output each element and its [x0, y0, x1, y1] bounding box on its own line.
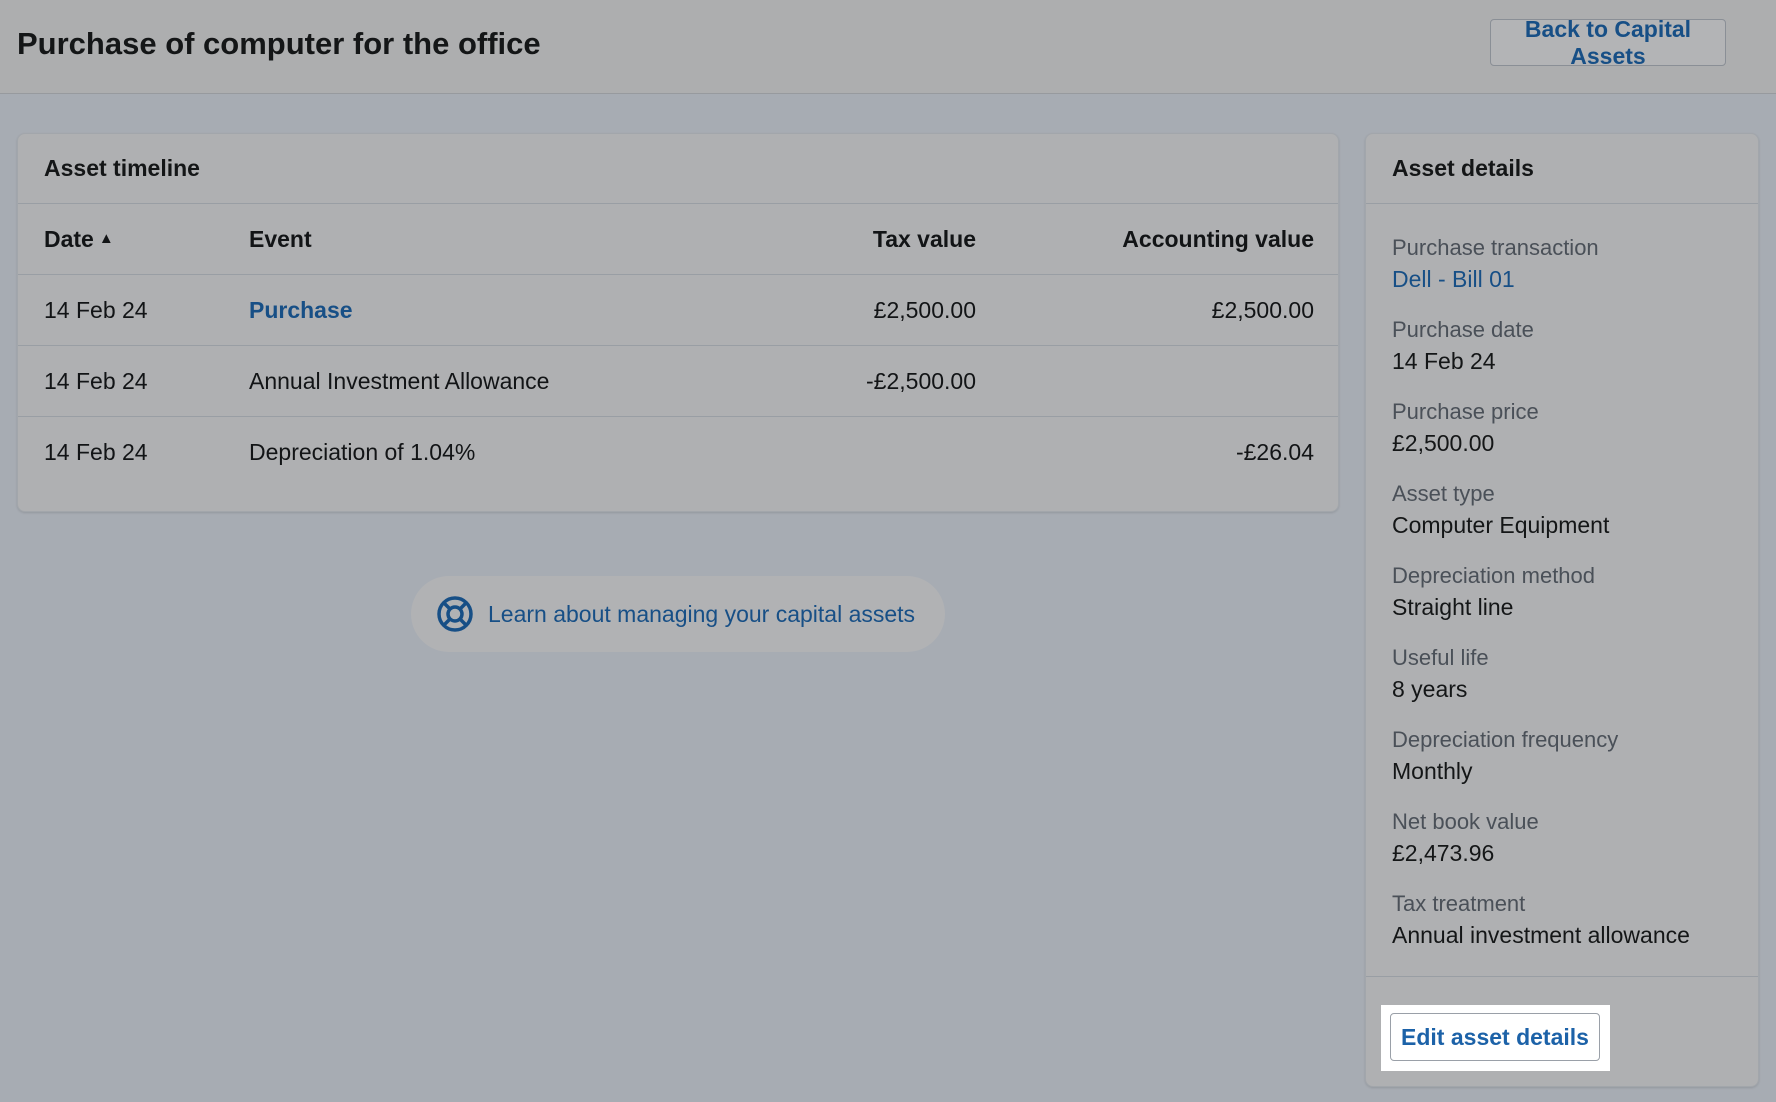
- help-link[interactable]: Learn about managing your capital assets: [411, 576, 945, 652]
- edit-button-highlight: Edit asset details: [1381, 1005, 1610, 1071]
- row-accounting-value: -£26.04: [1235, 438, 1314, 465]
- detail-label: Depreciation method: [1392, 563, 1596, 588]
- tax-value-column-header: Tax value: [872, 225, 976, 252]
- date-column-header[interactable]: Date ▲: [44, 204, 114, 274]
- detail-purchase-price: Purchase price £2,500.00: [1392, 396, 1732, 459]
- detail-value: Annual investment allowance: [1392, 922, 1690, 948]
- row-date: 14 Feb 24: [44, 438, 148, 465]
- detail-label: Tax treatment: [1392, 891, 1526, 916]
- row-event: Annual Investment Allowance: [249, 367, 550, 394]
- detail-purchase-transaction: Purchase transaction Dell - Bill 01: [1392, 232, 1732, 295]
- detail-value: Monthly: [1392, 758, 1473, 784]
- edit-asset-details-button[interactable]: Edit asset details: [1390, 1013, 1600, 1061]
- detail-label: Net book value: [1392, 809, 1539, 834]
- table-row: 14 Feb 24 Depreciation of 1.04% -£26.04: [18, 417, 1338, 488]
- caret-up-icon: ▲: [98, 229, 114, 247]
- purchase-transaction-link[interactable]: Dell - Bill 01: [1392, 263, 1732, 295]
- detail-label: Purchase price: [1392, 399, 1539, 424]
- detail-label: Purchase transaction: [1392, 235, 1599, 260]
- asset-details-title: Asset details: [1366, 134, 1758, 204]
- detail-value: 14 Feb 24: [1392, 348, 1496, 374]
- detail-value: Straight line: [1392, 594, 1514, 620]
- detail-asset-type: Asset type Computer Equipment: [1392, 478, 1732, 541]
- row-event: Depreciation of 1.04%: [249, 438, 476, 465]
- asset-details-card: Asset details Purchase transaction Dell …: [1365, 133, 1759, 1087]
- accounting-value-column-header: Accounting value: [1122, 225, 1314, 252]
- detail-purchase-date: Purchase date 14 Feb 24: [1392, 314, 1732, 377]
- asset-timeline-title: Asset timeline: [18, 134, 1338, 204]
- detail-depreciation-method: Depreciation method Straight line: [1392, 560, 1732, 623]
- row-tax-value: -£2,500.00: [866, 367, 976, 394]
- detail-tax-treatment: Tax treatment Annual investment allowanc…: [1392, 888, 1732, 951]
- detail-label: Useful life: [1392, 645, 1489, 670]
- detail-value: £2,500.00: [1392, 430, 1495, 456]
- date-column-label: Date: [44, 225, 94, 252]
- lifebuoy-icon: [437, 596, 473, 632]
- timeline-table-header: Date ▲ Event Tax value Accounting value: [18, 204, 1338, 275]
- row-accounting-value: £2,500.00: [1211, 296, 1314, 323]
- help-link-label: Learn about managing your capital assets: [488, 600, 916, 627]
- detail-net-book-value: Net book value £2,473.96: [1392, 806, 1732, 869]
- detail-depreciation-frequency: Depreciation frequency Monthly: [1392, 724, 1732, 787]
- asset-details-list: Purchase transaction Dell - Bill 01 Purc…: [1366, 204, 1758, 951]
- detail-useful-life: Useful life 8 years: [1392, 642, 1732, 705]
- asset-details-footer: Edit asset details: [1366, 976, 1758, 1071]
- row-date: 14 Feb 24: [44, 367, 148, 394]
- table-row: 14 Feb 24 Purchase £2,500.00 £2,500.00: [18, 275, 1338, 346]
- detail-value: £2,473.96: [1392, 840, 1495, 866]
- event-column-header: Event: [249, 225, 312, 252]
- detail-value: 8 years: [1392, 676, 1468, 702]
- row-tax-value: £2,500.00: [873, 296, 976, 323]
- detail-label: Depreciation frequency: [1392, 727, 1619, 752]
- table-row: 14 Feb 24 Annual Investment Allowance -£…: [18, 346, 1338, 417]
- page-title: Purchase of computer for the office: [17, 26, 541, 61]
- purchase-event-link[interactable]: Purchase: [249, 275, 353, 345]
- detail-value: Computer Equipment: [1392, 512, 1610, 538]
- detail-label: Purchase date: [1392, 317, 1534, 342]
- asset-timeline-card: Asset timeline Date ▲ Event Tax value Ac…: [17, 133, 1339, 512]
- row-date: 14 Feb 24: [44, 296, 148, 323]
- detail-label: Asset type: [1392, 481, 1495, 506]
- back-to-capital-assets-button[interactable]: Back to Capital Assets: [1490, 16, 1726, 69]
- page-header: Purchase of computer for the office Back…: [0, 0, 1776, 94]
